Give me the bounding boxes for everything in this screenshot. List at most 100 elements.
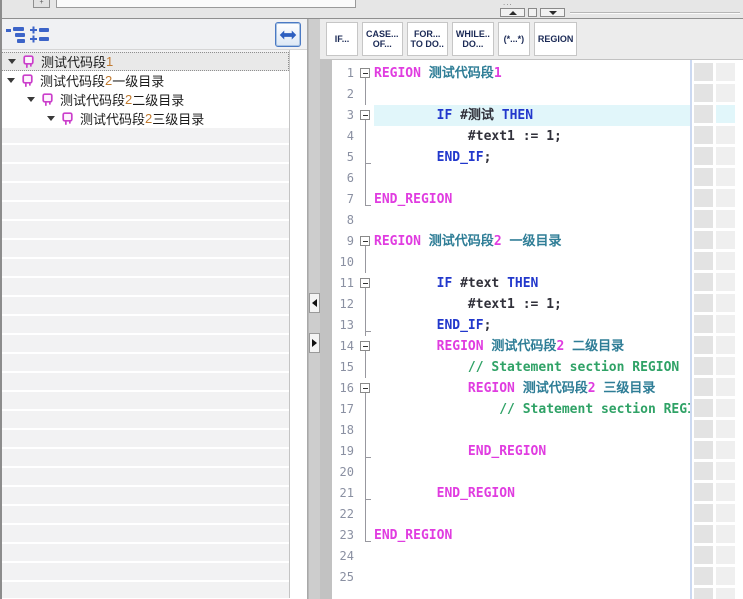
code-line-14[interactable]: 14 REGION 测试代码段2 二级目录 [332, 336, 690, 357]
code-line-16[interactable]: 16 REGION 测试代码段2 三级目录 [332, 378, 690, 399]
side-grid-cell[interactable] [716, 588, 735, 599]
insert-comment-button[interactable]: (*...*) [497, 22, 530, 56]
side-grid-cell[interactable] [694, 147, 713, 165]
side-grid-cell[interactable] [716, 483, 735, 501]
toolbar-field[interactable] [56, 0, 356, 8]
fold-collapse-icon[interactable] [360, 383, 370, 393]
code-line-3[interactable]: 3 IF #测试 THEN [332, 105, 690, 126]
panel-splitter[interactable] [308, 19, 320, 599]
insert-if-button[interactable]: IF... [326, 22, 358, 56]
insert-for-button[interactable]: FOR... TO DO.. [406, 22, 448, 56]
collapse-all-icon[interactable] [6, 26, 26, 43]
code-line-24[interactable]: 24 [332, 546, 690, 567]
side-grid-cell[interactable] [694, 105, 713, 123]
code-line-12[interactable]: 12 #text1 := 1; [332, 294, 690, 315]
code-line-20[interactable]: 20 [332, 462, 690, 483]
side-grid-cell[interactable] [716, 210, 735, 228]
code-line-2[interactable]: 2 [332, 84, 690, 105]
side-grid-cell[interactable] [694, 315, 713, 333]
fold-marker-start[interactable] [358, 231, 374, 252]
side-grid-cell[interactable] [716, 126, 735, 144]
insert-while-button[interactable]: WHILE.. DO... [451, 22, 494, 56]
expand-panel-button[interactable] [309, 333, 320, 353]
tree-item-4[interactable]: 测试代码段 2 三级目录 [1, 109, 289, 128]
side-grid-cell[interactable] [716, 378, 735, 396]
side-grid-cell[interactable] [716, 252, 735, 270]
side-grid-cell[interactable] [694, 273, 713, 291]
fold-marker-start[interactable] [358, 63, 374, 84]
tree-item-3[interactable]: 测试代码段 2 二级目录 [1, 90, 289, 109]
code-line-7[interactable]: 7 END_REGION [332, 189, 690, 210]
synchronize-views-button[interactable] [275, 22, 301, 47]
side-grid-cell[interactable] [694, 252, 713, 270]
insert-case-button[interactable]: CASE... OF... [362, 22, 403, 56]
expanded-node-icon[interactable] [47, 116, 55, 121]
code-line-9[interactable]: 9 REGION 测试代码段2 一级目录 [332, 231, 690, 252]
side-grid-cell[interactable] [694, 483, 713, 501]
expanded-node-icon[interactable] [7, 78, 15, 83]
side-grid-cell[interactable] [716, 63, 735, 81]
side-grid-cell[interactable] [716, 189, 735, 207]
navigate-spacer-button[interactable] [528, 8, 537, 17]
code-line-4[interactable]: 4 #text1 := 1; [332, 126, 690, 147]
side-grid-cell[interactable] [716, 315, 735, 333]
side-grid-cell[interactable] [694, 441, 713, 459]
fold-marker-start[interactable] [358, 105, 374, 126]
side-grid-cell[interactable] [716, 567, 735, 585]
side-grid-cell[interactable] [694, 126, 713, 144]
scl-code-area[interactable]: 1 REGION 测试代码段1 2 3 IF #测试 THEN 4 #text1 := … [320, 60, 743, 599]
side-grid-cell[interactable] [694, 546, 713, 564]
insert-region-button[interactable]: REGION [533, 22, 578, 56]
tree-item-1[interactable]: 测试代码段 1 [1, 52, 289, 71]
side-grid-cell[interactable] [694, 336, 713, 354]
fold-collapse-icon[interactable] [360, 236, 370, 246]
side-grid-cell[interactable] [694, 420, 713, 438]
side-grid-cell[interactable] [716, 168, 735, 186]
side-grid-cell[interactable] [694, 189, 713, 207]
navigate-up-button[interactable] [500, 8, 525, 17]
side-grid-cell[interactable] [716, 294, 735, 312]
fold-marker-start[interactable] [358, 273, 374, 294]
fold-collapse-icon[interactable] [360, 110, 370, 120]
code-line-21[interactable]: 21 END_REGION [332, 483, 690, 504]
code-line-22[interactable]: 22 [332, 504, 690, 525]
side-grid-cell[interactable] [694, 231, 713, 249]
side-grid-cell[interactable] [694, 567, 713, 585]
side-grid-cell[interactable] [716, 525, 735, 543]
side-grid-cell[interactable] [716, 357, 735, 375]
code-line-18[interactable]: 18 [332, 420, 690, 441]
side-grid-cell[interactable] [694, 525, 713, 543]
side-grid-cell[interactable] [716, 336, 735, 354]
side-grid-cell[interactable] [694, 210, 713, 228]
side-grid-cell[interactable] [694, 357, 713, 375]
code-line-10[interactable]: 10 [332, 252, 690, 273]
side-grid-cell[interactable] [716, 546, 735, 564]
side-grid-cell[interactable] [694, 399, 713, 417]
side-grid-cell[interactable] [694, 588, 713, 599]
side-grid-cell[interactable] [716, 273, 735, 291]
side-grid-cell[interactable] [716, 84, 735, 102]
code-line-25[interactable]: 25 [332, 567, 690, 588]
navigate-down-button[interactable] [540, 8, 565, 17]
side-grid-cell[interactable] [716, 147, 735, 165]
collapse-panel-button[interactable] [309, 293, 320, 313]
code-line-23[interactable]: 23 END_REGION [332, 525, 690, 546]
side-grid-cell[interactable] [694, 294, 713, 312]
side-grid-cell[interactable] [694, 504, 713, 522]
toolbar-dropdown-button[interactable]: + [33, 0, 50, 8]
side-grid-cell[interactable] [694, 462, 713, 480]
fold-collapse-icon[interactable] [360, 68, 370, 78]
expand-all-icon[interactable] [30, 26, 50, 43]
side-grid-cell[interactable] [716, 399, 735, 417]
side-grid-cell[interactable] [694, 168, 713, 186]
side-grid-cell[interactable] [694, 84, 713, 102]
fold-collapse-icon[interactable] [360, 278, 370, 288]
expanded-node-icon[interactable] [8, 59, 16, 64]
side-grid-cell[interactable] [716, 105, 735, 123]
tree-item-2[interactable]: 测试代码段 2 一级目录 [1, 71, 289, 90]
side-grid-cell[interactable] [716, 504, 735, 522]
side-grid-cell[interactable] [694, 378, 713, 396]
code-line-13[interactable]: 13 END_IF; [332, 315, 690, 336]
fold-marker-start[interactable] [358, 336, 374, 357]
code-line-6[interactable]: 6 [332, 168, 690, 189]
